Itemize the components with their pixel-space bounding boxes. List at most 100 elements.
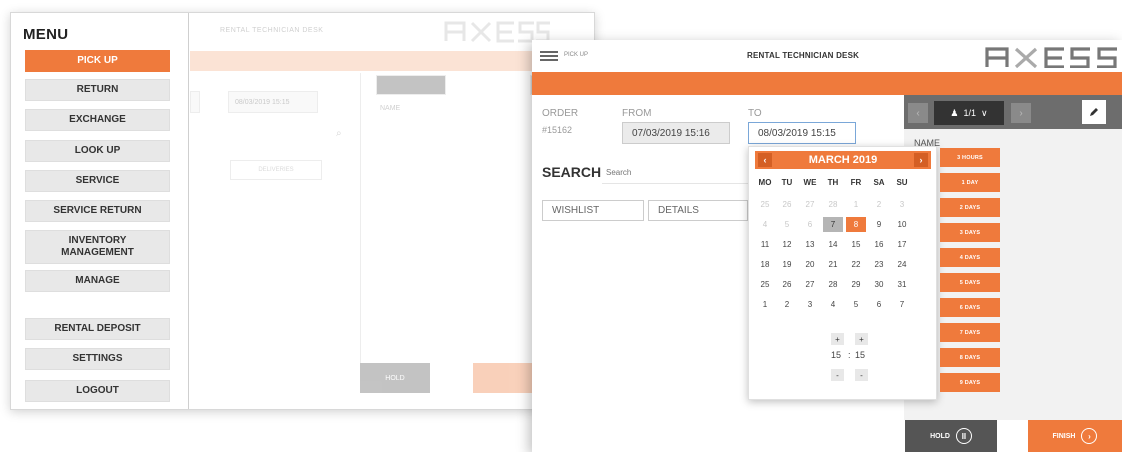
hour-value: 15 (831, 350, 842, 360)
calendar-day[interactable]: 14 (823, 237, 843, 252)
calendar-day[interactable]: 25 (755, 197, 775, 212)
calendar-day[interactable]: 29 (846, 277, 866, 292)
duration-preset-button[interactable]: 7 DAYS (940, 323, 1000, 342)
search-input[interactable] (602, 162, 752, 182)
duration-preset-button[interactable]: 8 DAYS (940, 348, 1000, 367)
duration-preset-button[interactable]: 6 DAYS (940, 298, 1000, 317)
duration-preset-button[interactable]: 2 DAYS (940, 198, 1000, 217)
calendar-day[interactable]: 5 (846, 297, 866, 312)
calendar-day[interactable]: 7 (823, 217, 843, 232)
duration-preset-button[interactable]: 1 DAY (940, 173, 1000, 192)
calendar-day[interactable]: 21 (823, 257, 843, 272)
duration-preset-button[interactable]: 4 DAYS (940, 248, 1000, 267)
weekday-label: SA (873, 178, 885, 187)
calendar-day[interactable]: 17 (892, 237, 912, 252)
minute-down-button[interactable]: - (855, 369, 868, 381)
back-divider (360, 73, 361, 363)
calendar-day[interactable]: 9 (869, 217, 889, 232)
menu-item-return[interactable]: RETURN (25, 79, 170, 101)
calendar-day[interactable]: 6 (869, 297, 889, 312)
from-date-field[interactable]: 07/03/2019 15:16 (622, 122, 730, 144)
menu-item-exchange[interactable]: EXCHANGE (25, 109, 170, 131)
calendar-day[interactable]: 12 (777, 237, 797, 252)
tab-details[interactable]: DETAILS (648, 200, 748, 221)
menu-item-service[interactable]: SERVICE (25, 170, 170, 192)
header-accent-bar (532, 72, 1122, 95)
calendar-day[interactable]: 20 (800, 257, 820, 272)
weekday-label: MO (758, 178, 772, 187)
back-pager (376, 75, 446, 95)
back-to-field: 08/03/2019 15:15 (228, 91, 318, 113)
hold-label: HOLD (930, 432, 950, 440)
hour-up-button[interactable]: + (831, 333, 844, 345)
calendar-day[interactable]: 2 (777, 297, 797, 312)
finish-button[interactable]: FINISH › (1028, 420, 1122, 452)
duration-preset-button[interactable]: 9 DAYS (940, 373, 1000, 392)
calendar-day[interactable]: 2 (869, 197, 889, 212)
calendar-day[interactable]: 10 (892, 217, 912, 232)
calendar-day[interactable]: 15 (846, 237, 866, 252)
page-title: RENTAL TECHNICIAN DESK (747, 51, 860, 60)
calendar-day[interactable]: 30 (869, 277, 889, 292)
menu-item-look-up[interactable]: LOOK UP (25, 140, 170, 162)
pager-dropdown[interactable]: ♟ 1/1 ∨ (934, 101, 1004, 125)
finish-label: FINISH (1052, 432, 1076, 440)
calendar-day[interactable]: 31 (892, 277, 912, 292)
calendar-day[interactable]: 22 (846, 257, 866, 272)
background-window: MENU PICK UP RETURN EXCHANGE LOOK UP SER… (10, 12, 595, 410)
duration-preset-button[interactable]: 3 HOURS (940, 148, 1000, 167)
calendar-day[interactable]: 26 (777, 197, 797, 212)
calendar-day[interactable]: 6 (800, 217, 820, 232)
next-icon[interactable]: › (1011, 103, 1031, 123)
calendar-day[interactable]: 24 (892, 257, 912, 272)
menu-item-logout[interactable]: LOGOUT (25, 380, 170, 402)
calendar-day[interactable]: 4 (755, 217, 775, 232)
menu-item-pick-up[interactable]: PICK UP (25, 50, 170, 72)
calendar-day[interactable]: 26 (777, 277, 797, 292)
calendar-day[interactable]: 8 (846, 217, 866, 232)
calendar-day[interactable]: 18 (755, 257, 775, 272)
to-date-field[interactable]: 08/03/2019 15:15 (748, 122, 856, 144)
calendar-day[interactable]: 7 (892, 297, 912, 312)
calendar-day[interactable]: 1 (846, 197, 866, 212)
tab-wishlist[interactable]: WISHLIST (542, 200, 644, 221)
duration-preset-button[interactable]: 3 DAYS (940, 223, 1000, 242)
calendar-day[interactable]: 27 (800, 277, 820, 292)
calendar-day[interactable]: 23 (869, 257, 889, 272)
calendar-day[interactable]: 3 (800, 297, 820, 312)
hour-down-button[interactable]: - (831, 369, 844, 381)
calendar-day[interactable]: 25 (755, 277, 775, 292)
prev-month-icon[interactable]: ‹ (758, 153, 772, 167)
prev-icon[interactable]: ‹ (908, 103, 928, 123)
minute-up-button[interactable]: + (855, 333, 868, 345)
calendar-day[interactable]: 27 (800, 197, 820, 212)
menu-item-service-return[interactable]: SERVICE RETURN (25, 200, 170, 222)
duration-preset-button[interactable]: 5 DAYS (940, 273, 1000, 292)
person-icon: ♟ (950, 107, 959, 118)
pager-value: 1/1 (963, 108, 976, 118)
axess-logo (985, 47, 1117, 68)
calendar-day[interactable]: 16 (869, 237, 889, 252)
menu-item-settings[interactable]: SETTINGS (25, 348, 170, 370)
calendar-day[interactable]: 4 (823, 297, 843, 312)
weekday-label: FR (850, 178, 862, 187)
calendar-day[interactable]: 28 (823, 277, 843, 292)
menu-title: MENU (23, 26, 69, 43)
breadcrumb: PICK UP (564, 52, 589, 58)
menu-item-inventory-management[interactable]: INVENTORY MANAGEMENT (25, 230, 170, 264)
calendar-day[interactable]: 5 (777, 217, 797, 232)
hold-button[interactable]: HOLD II (905, 420, 997, 452)
calendar-day[interactable]: 13 (800, 237, 820, 252)
search-underline (602, 183, 748, 184)
edit-button[interactable] (1082, 100, 1106, 124)
calendar-day[interactable]: 3 (892, 197, 912, 212)
next-month-icon[interactable]: › (914, 153, 928, 167)
search-label: SEARCH (542, 164, 602, 180)
menu-item-manage[interactable]: MANAGE (25, 270, 170, 292)
calendar-day[interactable]: 11 (755, 237, 775, 252)
menu-item-rental-deposit[interactable]: RENTAL DEPOSIT (25, 318, 170, 340)
calendar-day[interactable]: 1 (755, 297, 775, 312)
calendar-day[interactable]: 19 (777, 257, 797, 272)
hamburger-menu-icon[interactable] (540, 51, 558, 61)
calendar-day[interactable]: 28 (823, 197, 843, 212)
